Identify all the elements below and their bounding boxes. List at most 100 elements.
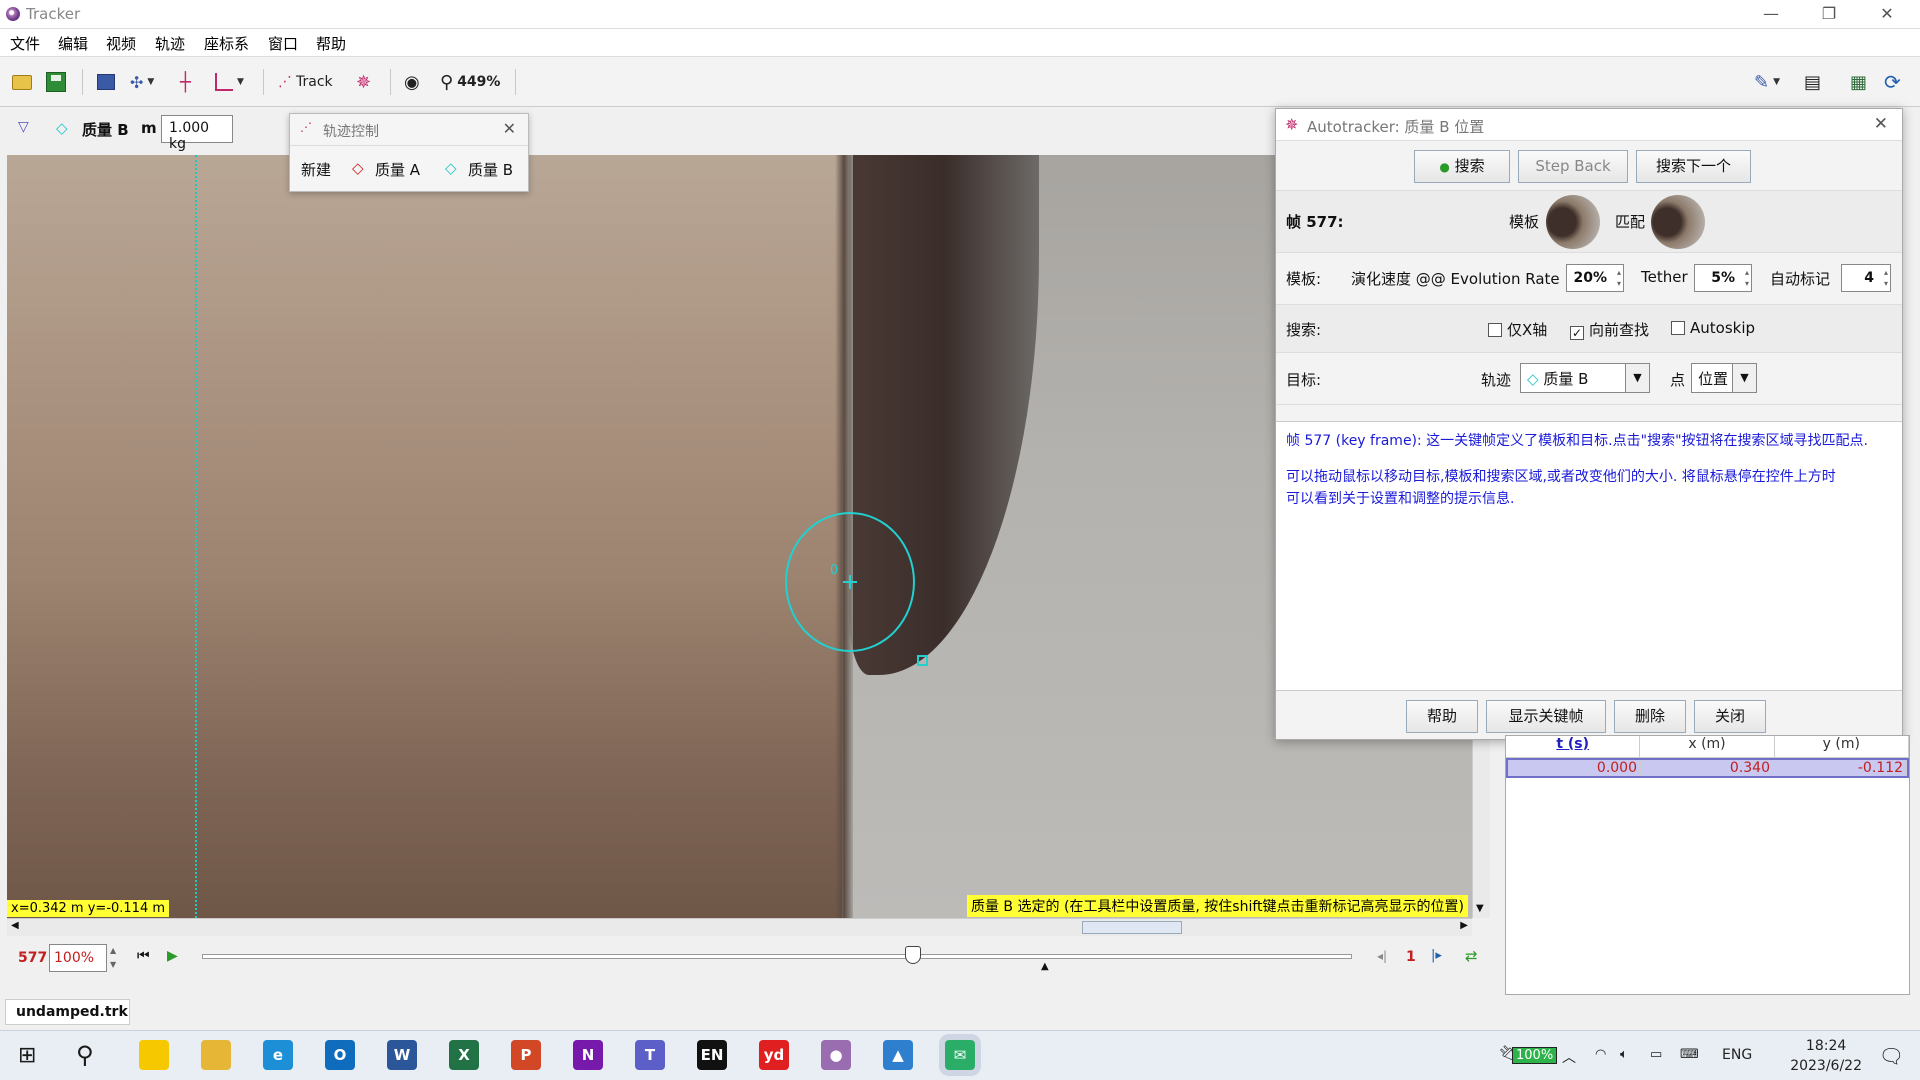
- minimize-button[interactable]: —: [1748, 0, 1794, 29]
- wechat-icon[interactable]: ✉: [945, 1040, 975, 1070]
- outlook-icon[interactable]: O: [325, 1040, 355, 1070]
- menu-video[interactable]: 视频: [106, 33, 136, 54]
- step-size[interactable]: 1: [1406, 949, 1416, 965]
- sticky-notes-icon[interactable]: [139, 1040, 169, 1070]
- open-button[interactable]: [12, 69, 32, 95]
- keyboard-icon[interactable]: ⌨: [1680, 1047, 1699, 1062]
- menu-window[interactable]: 窗口: [268, 33, 298, 54]
- new-track-button[interactable]: 新建: [301, 159, 331, 180]
- menu-file[interactable]: 文件: [10, 33, 40, 54]
- pencil-button[interactable]: ✎ ▼: [1754, 69, 1780, 95]
- point-select[interactable]: 位置 ▼: [1691, 363, 1757, 393]
- excel-icon[interactable]: X: [449, 1040, 479, 1070]
- scroll-left-icon[interactable]: ◀: [11, 920, 19, 931]
- data-table[interactable]: t (s) x (m) y (m) 0.000 0.340 -0.112: [1505, 735, 1910, 995]
- close-button[interactable]: 关闭: [1694, 700, 1766, 733]
- selected-track-name[interactable]: 质量 B: [82, 119, 129, 140]
- calibration-button[interactable]: ✣ ▼: [130, 69, 154, 95]
- help-button[interactable]: 帮助: [1406, 700, 1478, 733]
- notification-icon[interactable]: 🗨︎: [1879, 1044, 1904, 1068]
- search-button[interactable]: ● 搜索: [1414, 150, 1510, 183]
- file-tab[interactable]: undamped.trk: [5, 999, 130, 1025]
- track-select[interactable]: ◇ 质量 B ▼: [1520, 363, 1650, 393]
- scroll-right-icon[interactable]: ▶: [1460, 920, 1468, 931]
- video-canvas[interactable]: 0 x=0.342 m y=-0.114 m 质量 B 选定的 (在工具栏中设置…: [7, 155, 1472, 918]
- delete-button[interactable]: 删除: [1614, 700, 1686, 733]
- track-a-button[interactable]: 质量 A: [375, 159, 420, 180]
- menu-coords[interactable]: 座标系: [204, 33, 249, 54]
- wifi-icon[interactable]: ◠: [1595, 1047, 1606, 1062]
- target-crosshair[interactable]: [843, 575, 857, 589]
- menu-help[interactable]: 帮助: [316, 33, 346, 54]
- track-b-button[interactable]: 质量 B: [468, 159, 513, 180]
- step-back-icon[interactable]: ◂|: [1377, 949, 1387, 963]
- horizontal-scrollbar[interactable]: ◀ ▶: [7, 918, 1472, 936]
- automark-spinner[interactable]: 4: [1841, 264, 1891, 292]
- tether-spinner[interactable]: 5%: [1694, 264, 1752, 292]
- teams-icon[interactable]: T: [635, 1040, 665, 1070]
- step-forward-icon[interactable]: |▸: [1431, 948, 1442, 963]
- volume-icon[interactable]: 🔈︎: [1620, 1047, 1628, 1062]
- close-icon[interactable]: ✕: [503, 119, 516, 138]
- frame-slider[interactable]: [202, 954, 1352, 959]
- en-dict-icon[interactable]: EN: [697, 1040, 727, 1070]
- filter-icon[interactable]: ▽: [18, 119, 29, 135]
- menu-edit[interactable]: 编辑: [58, 33, 88, 54]
- notes-button[interactable]: ▤: [1804, 69, 1821, 95]
- speed-spinner[interactable]: ▲ ▼: [110, 944, 116, 972]
- search-icon[interactable]: ⚲: [76, 1041, 94, 1069]
- step-back-button[interactable]: Step Back: [1518, 150, 1628, 183]
- evolution-rate-spinner[interactable]: 20%: [1566, 264, 1624, 292]
- resize-handle[interactable]: [917, 655, 928, 666]
- autoskip-checkbox[interactable]: Autoskip: [1671, 319, 1755, 337]
- x-only-checkbox[interactable]: 仅X轴: [1488, 319, 1547, 340]
- powerpoint-icon[interactable]: P: [511, 1040, 541, 1070]
- end-marker-icon[interactable]: ▲: [1041, 961, 1049, 972]
- restore-button[interactable]: ❐: [1806, 0, 1852, 29]
- slider-knob[interactable]: [905, 946, 921, 964]
- axis-line[interactable]: [195, 155, 197, 918]
- rewind-icon[interactable]: ⏮: [137, 948, 150, 964]
- column-header-x[interactable]: x (m): [1640, 736, 1775, 757]
- zoom-button[interactable]: ⚲ 449%: [440, 69, 500, 95]
- save-button[interactable]: [46, 69, 66, 95]
- look-ahead-checkbox[interactable]: ✓ 向前查找: [1570, 319, 1649, 340]
- photos-icon[interactable]: ▲: [883, 1040, 913, 1070]
- battery-indicator[interactable]: 100%: [1512, 1047, 1558, 1064]
- column-header-y[interactable]: y (m): [1775, 736, 1909, 757]
- play-icon[interactable]: ▶: [167, 948, 178, 964]
- edge-icon[interactable]: e: [263, 1040, 293, 1070]
- word-icon[interactable]: W: [387, 1040, 417, 1070]
- windows-start-icon[interactable]: ⊞: [18, 1043, 36, 1068]
- chevron-down-icon[interactable]: ▼: [1476, 903, 1484, 914]
- language-indicator[interactable]: ENG: [1722, 1047, 1752, 1063]
- autotracker-button[interactable]: ✵: [356, 69, 371, 95]
- chevron-down-icon[interactable]: ▼: [1625, 364, 1649, 392]
- menu-track[interactable]: 轨迹: [155, 33, 185, 54]
- coords-button[interactable]: ▼: [215, 69, 244, 95]
- memory-button[interactable]: ▦: [1850, 69, 1867, 95]
- refresh-button[interactable]: ⟳: [1884, 69, 1901, 95]
- search-next-button[interactable]: 搜索下一个: [1636, 150, 1751, 183]
- file-explorer-icon[interactable]: [201, 1040, 231, 1070]
- tracker-icon[interactable]: ●: [821, 1040, 851, 1070]
- track-button[interactable]: ⋰ Track: [278, 69, 333, 95]
- close-icon[interactable]: ✕: [1874, 114, 1888, 134]
- visibility-button[interactable]: ◉: [404, 69, 420, 95]
- axes-button[interactable]: ┼: [180, 69, 191, 95]
- onenote-icon[interactable]: N: [573, 1040, 603, 1070]
- mass-field[interactable]: 1.000 kg: [161, 115, 233, 152]
- column-header-t[interactable]: t (s): [1506, 736, 1641, 757]
- chevron-up-icon[interactable]: ︿: [1562, 1047, 1576, 1067]
- playback-speed-field[interactable]: 100%: [49, 944, 107, 972]
- clip-settings-button[interactable]: [97, 69, 115, 95]
- youdao-icon[interactable]: yd: [759, 1040, 789, 1070]
- table-row[interactable]: 0.000 0.340 -0.112: [1506, 758, 1909, 778]
- chevron-down-icon[interactable]: ▼: [1732, 364, 1756, 392]
- close-window-button[interactable]: ✕: [1864, 0, 1910, 29]
- loop-icon[interactable]: ⇄: [1465, 947, 1478, 965]
- battery-icon[interactable]: ▭: [1650, 1047, 1662, 1062]
- show-keyframes-button[interactable]: 显示关键帧: [1486, 700, 1606, 733]
- scroll-thumb[interactable]: [1082, 921, 1182, 934]
- clock[interactable]: 18:24 2023/6/22: [1790, 1036, 1862, 1076]
